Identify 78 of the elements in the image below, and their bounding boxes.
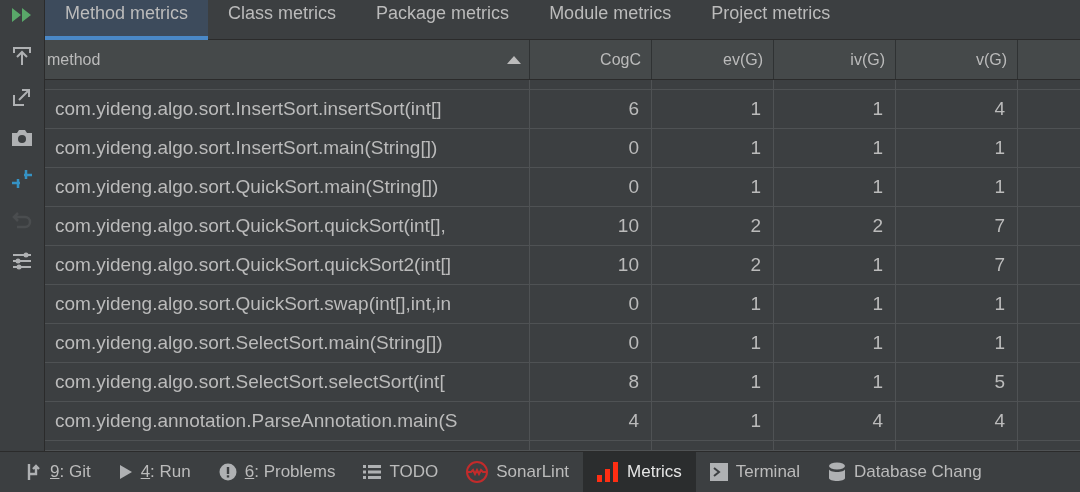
column-header[interactable]: v(G) xyxy=(975,50,1007,69)
metric-value: 1 xyxy=(994,176,1005,198)
method-name: com.yideng.annotation.ParseAnnotation.main(S xyxy=(55,410,458,432)
method-name: com.yideng.algo.sort.QuickSort.swap(int[],int,in xyxy=(55,293,451,315)
tool-window-tab[interactable]: 6: Problems xyxy=(204,452,350,492)
metric-value: 1 xyxy=(750,98,761,120)
metric-value: 1 xyxy=(994,332,1005,354)
metric-value: 2 xyxy=(872,215,883,237)
metric-value: 0 xyxy=(628,293,639,315)
metric-value: 8 xyxy=(628,371,639,393)
metric-value: 1 xyxy=(872,293,883,315)
upload-icon[interactable] xyxy=(12,46,32,66)
metric-value: 1 xyxy=(750,371,761,393)
metric-value: 1 xyxy=(872,254,883,276)
metric-value: 1 xyxy=(750,176,761,198)
metric-value: 1 xyxy=(994,137,1005,159)
sort-ascending-icon xyxy=(507,55,521,64)
metric-value: 2 xyxy=(750,254,761,276)
column-header[interactable]: CogC xyxy=(600,50,641,69)
metric-value: 4 xyxy=(872,410,883,432)
metric-value: 1 xyxy=(750,332,761,354)
method-name: com.yideng.algo.sort.QuickSort.main(String[]) xyxy=(55,176,439,198)
list-icon xyxy=(363,464,382,480)
export-icon[interactable] xyxy=(12,87,32,107)
metric-value: 1 xyxy=(872,332,883,354)
metric-value: 7 xyxy=(994,215,1005,237)
metric-value: 1 xyxy=(750,293,761,315)
pulse-circle-icon xyxy=(466,461,489,483)
method-name: com.yideng.algo.sort.QuickSort.quickSort2(int[] xyxy=(55,254,451,276)
column-header[interactable]: iv(G) xyxy=(850,50,885,69)
tool-window-tab[interactable]: 4: Run xyxy=(104,452,205,492)
metrics-tab[interactable]: Class metrics xyxy=(208,0,357,40)
metric-value: 1 xyxy=(994,293,1005,315)
metric-value: 7 xyxy=(994,254,1005,276)
metric-value: 1 xyxy=(750,410,761,432)
run-all-icon[interactable] xyxy=(11,7,33,23)
method-name: com.yideng.algo.sort.QuickSort.quickSort(int[], xyxy=(55,215,446,237)
tool-window-tab[interactable]: Metrics xyxy=(583,452,696,492)
terminal-icon xyxy=(709,463,728,481)
metric-value: 4 xyxy=(994,410,1005,432)
settings-icon[interactable] xyxy=(12,251,32,271)
metrics-tab[interactable]: Method metrics xyxy=(45,0,209,40)
metric-value: 10 xyxy=(617,215,639,237)
metric-value: 0 xyxy=(628,332,639,354)
tool-window-tab[interactable]: SonarLint xyxy=(452,452,584,492)
metric-value: 2 xyxy=(750,215,761,237)
play-icon xyxy=(118,464,133,480)
method-name: com.yideng.algo.sort.InsertSort.insertSort(int[] xyxy=(55,98,442,120)
metric-value: 0 xyxy=(628,176,639,198)
metric-value: 0 xyxy=(628,137,639,159)
column-header[interactable]: method xyxy=(47,50,101,69)
column-header[interactable]: ev(G) xyxy=(723,50,763,69)
branch-icon xyxy=(26,463,42,481)
tool-window-tab[interactable]: Terminal xyxy=(695,452,815,492)
metric-value: 1 xyxy=(872,137,883,159)
bar-chart-icon xyxy=(597,462,620,482)
tool-window-tab[interactable]: TODO xyxy=(349,452,453,492)
tool-window-tab[interactable]: Database Chang xyxy=(814,452,996,492)
metrics-tab[interactable]: Project metrics xyxy=(691,0,851,40)
metric-value: 4 xyxy=(994,98,1005,120)
metric-value: 5 xyxy=(994,371,1005,393)
metrics-tab[interactable]: Package metrics xyxy=(356,0,530,40)
method-name: com.yideng.algo.sort.SelectSort.selectSort(int[ xyxy=(55,371,445,393)
metric-value: 1 xyxy=(872,371,883,393)
method-name: com.yideng.algo.sort.SelectSort.main(String[]) xyxy=(55,332,443,354)
metric-value: 1 xyxy=(750,137,761,159)
metric-value: 1 xyxy=(872,98,883,120)
database-icon xyxy=(828,462,847,482)
camera-icon[interactable] xyxy=(11,129,33,147)
metric-value: 4 xyxy=(628,410,639,432)
method-name: com.yideng.algo.sort.InsertSort.main(String[]) xyxy=(55,137,438,159)
metrics-tab[interactable]: Module metrics xyxy=(529,0,692,40)
tool-window-tab[interactable]: 9: Git xyxy=(12,452,105,492)
metric-value: 6 xyxy=(628,98,639,120)
metric-value: 1 xyxy=(872,176,883,198)
metric-value: 10 xyxy=(617,254,639,276)
warning-icon xyxy=(218,463,237,481)
compare-arrows-icon[interactable] xyxy=(11,169,33,189)
